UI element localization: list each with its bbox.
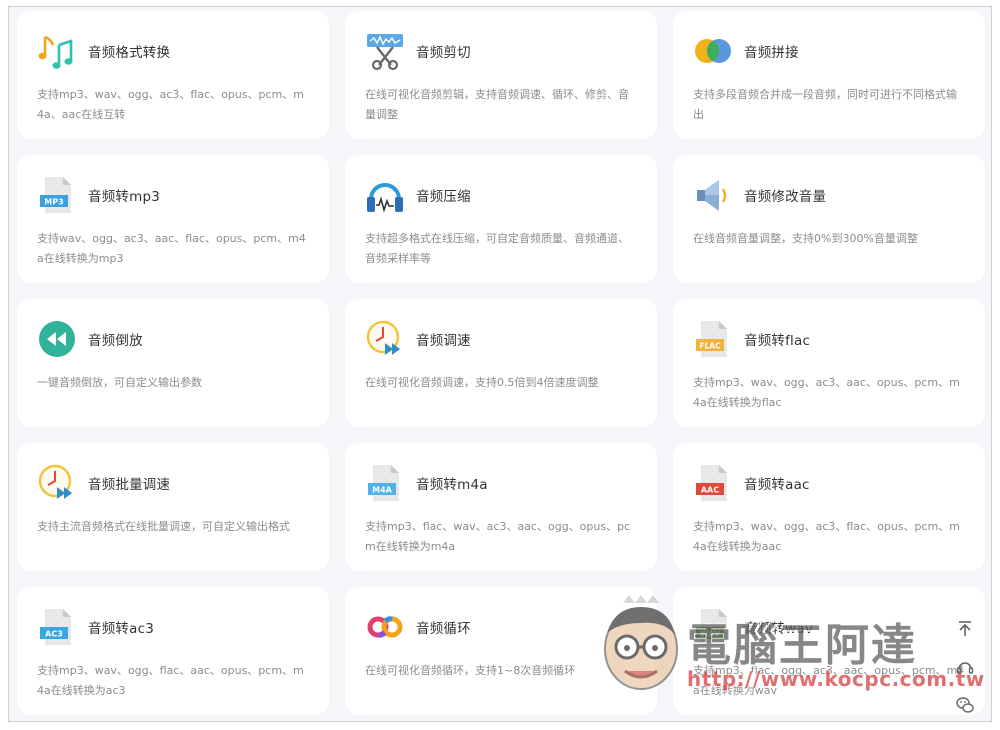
floating-toolbar [953,617,977,717]
svg-text:WAV: WAV [700,630,721,639]
tool-description: 支持mp3、wav、ogg、ac3、flac、opus、pcm、m4a在线转换为… [693,520,961,553]
tool-description: 支持mp3、flac、wav、ac3、aac、ogg、opus、pcm在线转换为… [365,520,631,553]
tool-card-to-mp3[interactable]: MP3 音频转mp3 支持wav、ogg、ac3、aac、flac、opus、p… [17,155,329,283]
tool-title: 音频转wav [744,621,814,637]
tool-card-cut[interactable]: 音频剪切 在线可视化音频剪辑，支持音频调速、循环、修剪、音量调整 [345,11,657,139]
tool-description: 支持mp3、wav、ogg、ac3、aac、opus、pcm、m4a在线转换为f… [693,376,960,409]
tool-description: 支持mp3、wav、ogg、flac、aac、opus、pcm、m4a在线转换为… [37,664,304,697]
merge-circles-icon [693,31,733,71]
wechat-icon[interactable] [953,693,977,717]
tool-card-reverse[interactable]: 音频倒放 一键音频倒放，可自定义输出参数 [17,299,329,427]
tool-title: 音频压缩 [416,189,471,205]
tool-title: 音频调速 [416,333,471,349]
tool-description: 支持mp3、wav、ogg、ac3、flac、opus、pcm、m4a、aac在… [37,88,305,121]
tool-title: 音频倒放 [88,333,143,349]
tool-card-merge[interactable]: 音频拼接 支持多段音频合并成一段音频，同时可进行不同格式输出 [673,11,985,139]
tool-card-format-convert[interactable]: 音频格式转换 支持mp3、wav、ogg、ac3、flac、opus、pcm、m… [17,11,329,139]
rewind-icon [37,319,77,359]
tool-title: 音频循环 [416,621,471,637]
m4a-file-icon: M4A [365,463,405,503]
tool-card-loop[interactable]: 音频循环 在线可视化音频循环，支持1~8次音频循环 [345,587,657,715]
speaker-icon [693,175,733,215]
tool-description: 支持主流音频格式在线批量调速，可自定义输出格式 [37,520,290,533]
tool-title: 音频剪切 [416,45,471,61]
tool-card-volume[interactable]: 音频修改音量 在线音频音量调整，支持0%到300%音量调整 [673,155,985,283]
flac-file-icon: FLAC [693,319,733,359]
page-frame: 音频格式转换 支持mp3、wav、ogg、ac3、flac、opus、pcm、m… [8,6,992,722]
tool-description: 支持多段音频合并成一段音频，同时可进行不同格式输出 [693,88,957,121]
tool-title: 音频拼接 [744,45,799,61]
tool-title: 音频批量调速 [88,477,171,493]
tool-grid: 音频格式转换 支持mp3、wav、ogg、ac3、flac、opus、pcm、m… [17,11,985,715]
headphones-icon [365,175,405,215]
tool-card-to-m4a[interactable]: M4A 音频转m4a 支持mp3、flac、wav、ac3、aac、ogg、op… [345,443,657,571]
tool-title: 音频转mp3 [88,189,161,205]
tool-description: 在线可视化音频剪辑，支持音频调速、循环、修剪、音量调整 [365,88,629,121]
tool-description: 支持超多格式在线压缩，可自定音频质量、音频通道、音频采样率等 [365,232,629,265]
speed-clock-icon [365,319,405,359]
tool-title: 音频转flac [744,333,811,349]
tool-description: 支持mp3、flac、ogg、ac3、aac、opus、pcm、m4a在线转换为… [693,664,965,697]
aac-file-icon: AAC [693,463,733,503]
loop-icon [365,607,405,647]
tool-description: 在线音频音量调整，支持0%到300%音量调整 [693,232,918,245]
tool-card-to-ac3[interactable]: AC3 音频转ac3 支持mp3、wav、ogg、flac、aac、opus、p… [17,587,329,715]
wav-file-icon: WAV [693,607,733,647]
tool-title: 音频格式转换 [88,45,171,61]
tool-title: 音频转m4a [416,477,488,493]
tool-card-compress[interactable]: 音频压缩 支持超多格式在线压缩，可自定音频质量、音频通道、音频采样率等 [345,155,657,283]
ac3-file-icon: AC3 [37,607,77,647]
tool-description: 支持wav、ogg、ac3、aac、flac、opus、pcm、m4a在线转换为… [37,232,306,265]
tool-title: 音频转ac3 [88,621,154,637]
tool-title: 音频转aac [744,477,810,493]
svg-text:AAC: AAC [701,486,719,495]
tool-card-to-flac[interactable]: FLAC 音频转flac 支持mp3、wav、ogg、ac3、aac、opus、… [673,299,985,427]
batch-speed-clock-icon [37,463,77,503]
tool-card-to-aac[interactable]: AAC 音频转aac 支持mp3、wav、ogg、ac3、flac、opus、p… [673,443,985,571]
svg-text:FLAC: FLAC [699,342,721,351]
mp3-file-icon: MP3 [37,175,77,215]
headset-support-icon[interactable] [953,655,977,679]
music-notes-icon [37,31,77,71]
svg-text:M4A: M4A [372,486,393,495]
svg-text:MP3: MP3 [44,198,63,207]
tool-description: 一键音频倒放，可自定义输出参数 [37,376,202,389]
tool-title: 音频修改音量 [744,189,827,205]
svg-text:AC3: AC3 [45,630,63,639]
tool-description: 在线可视化音频循环，支持1~8次音频循环 [365,664,576,677]
tool-card-batch-speed[interactable]: 音频批量调速 支持主流音频格式在线批量调速，可自定义输出格式 [17,443,329,571]
tool-card-speed[interactable]: 音频调速 在线可视化音频调速，支持0.5倍到4倍速度调整 [345,299,657,427]
scissors-icon [365,31,405,71]
tool-card-to-wav[interactable]: WAV 音频转wav 支持mp3、flac、ogg、ac3、aac、opus、p… [673,587,985,715]
back-to-top-icon[interactable] [953,617,977,641]
tool-description: 在线可视化音频调速，支持0.5倍到4倍速度调整 [365,376,599,389]
